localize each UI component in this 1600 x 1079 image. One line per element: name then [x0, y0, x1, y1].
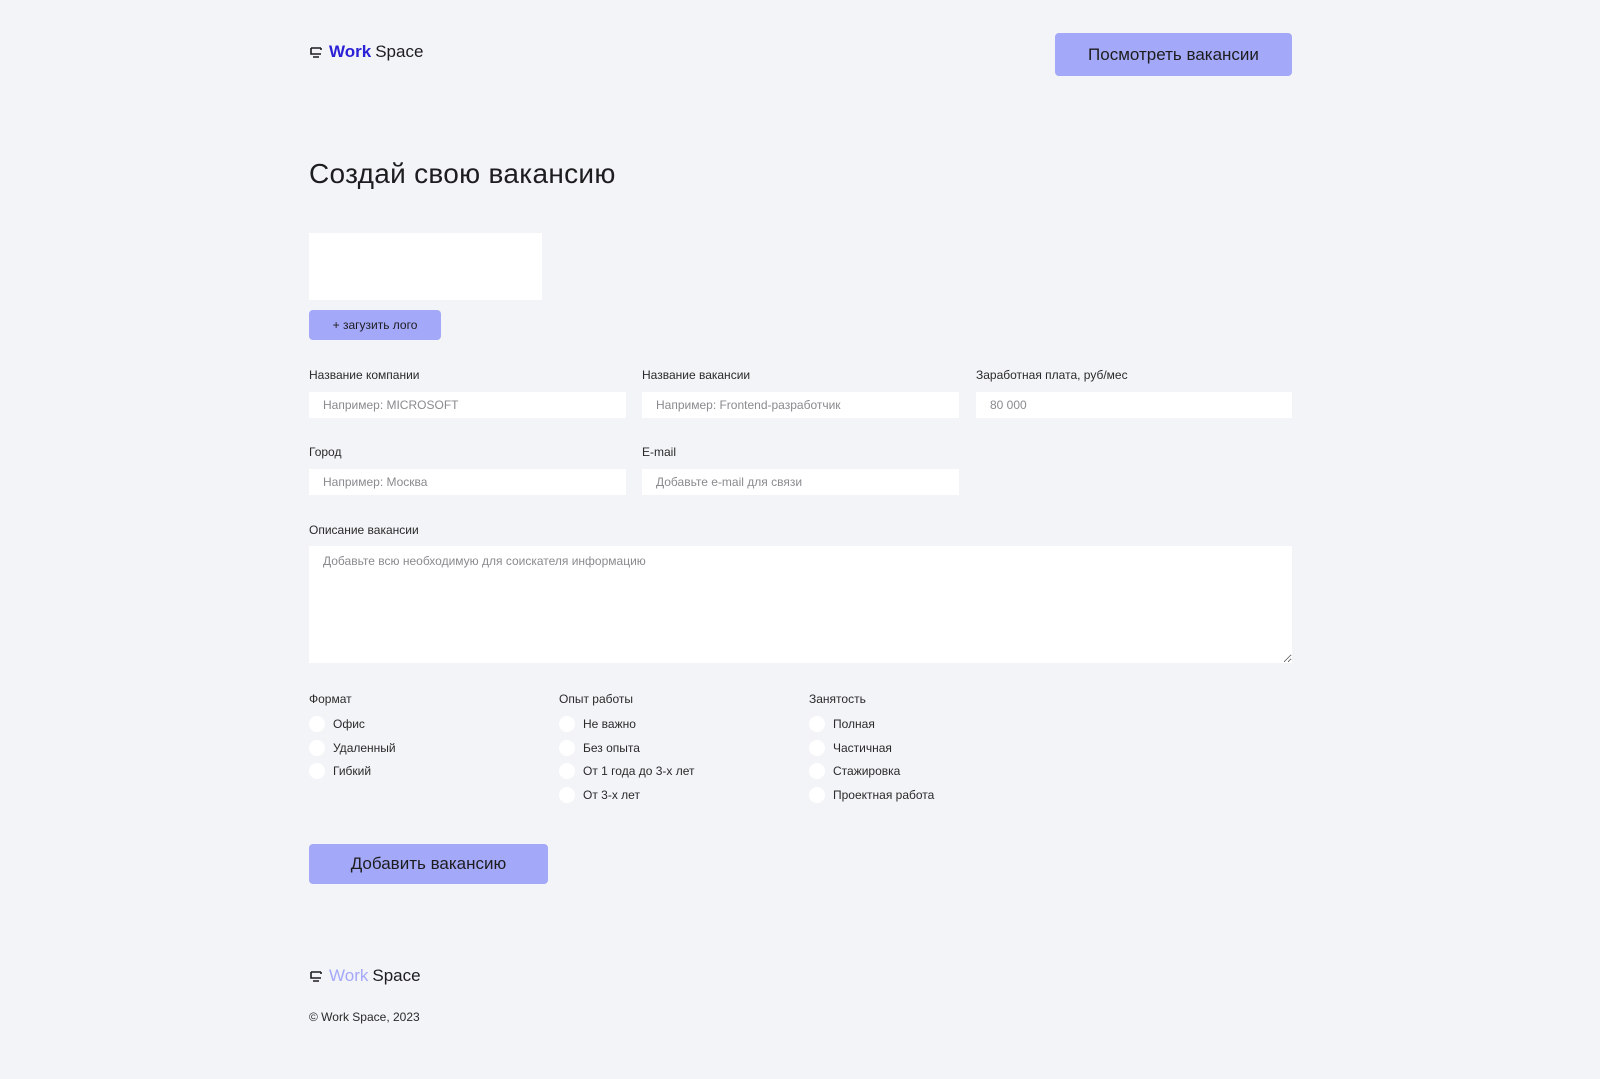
city-input[interactable]: [309, 469, 626, 495]
experience-option[interactable]: Без опыта: [559, 739, 640, 757]
employment-option-label: Проектная работа: [833, 788, 935, 802]
radio-button[interactable]: [809, 787, 825, 803]
company-label: Название компании: [309, 368, 420, 382]
logo-work-text: Work: [329, 966, 369, 985]
email-label: E-mail: [642, 445, 677, 459]
radio-button[interactable]: [559, 763, 575, 779]
format-option-label: Гибкий: [333, 764, 372, 778]
radio-button[interactable]: [559, 787, 575, 803]
view-jobs-button[interactable]: Посмотреть вакансии: [1055, 33, 1292, 76]
logo-space-text: Space: [372, 966, 421, 985]
radio-button[interactable]: [809, 763, 825, 779]
employment-option[interactable]: Частичная: [809, 739, 892, 757]
experience-option[interactable]: От 3-х лет: [559, 786, 640, 804]
radio-button[interactable]: [809, 740, 825, 756]
experience-option-label: Не важно: [583, 717, 636, 731]
format-option[interactable]: Офис: [309, 715, 365, 733]
radio-button[interactable]: [559, 716, 575, 732]
experience-group-title: Опыт работы: [559, 692, 634, 706]
radio-button[interactable]: [309, 740, 325, 756]
radio-button[interactable]: [309, 763, 325, 779]
add-vacancy-button[interactable]: Добавить вакансию: [309, 844, 548, 884]
logo-preview: [309, 233, 542, 300]
vacancy-label: Название вакансии: [642, 368, 751, 382]
employment-option[interactable]: Проектная работа: [809, 786, 934, 804]
footer-logo[interactable]: Work Space: [309, 966, 421, 986]
email-input[interactable]: [642, 469, 959, 495]
description-label: Описание вакансии: [309, 523, 419, 537]
employment-option-label: Полная: [833, 717, 875, 731]
radio-button[interactable]: [559, 740, 575, 756]
experience-option-label: От 3-х лет: [583, 788, 640, 802]
page-title: Создай свою вакансию: [309, 158, 616, 189]
experience-option-label: Без опыта: [583, 741, 640, 755]
salary-input[interactable]: [976, 392, 1292, 418]
experience-option[interactable]: Не важно: [559, 715, 636, 733]
company-input[interactable]: [309, 392, 626, 418]
radio-button[interactable]: [309, 716, 325, 732]
logo-space-text: Space: [375, 42, 424, 61]
logo-icon: [310, 971, 322, 982]
employment-option[interactable]: Стажировка: [809, 762, 900, 780]
logo-icon: [310, 47, 322, 58]
employment-option-label: Стажировка: [833, 764, 901, 778]
format-option[interactable]: Удаленный: [309, 739, 396, 757]
upload-logo-button[interactable]: + загузить лого: [309, 310, 441, 340]
city-label: Город: [309, 445, 342, 459]
experience-option-label: От 1 года до 3-х лет: [583, 764, 695, 778]
salary-label: Заработная плата, руб/мес: [976, 368, 1128, 382]
employment-option[interactable]: Полная: [809, 715, 875, 733]
description-textarea[interactable]: [309, 546, 1292, 663]
format-option[interactable]: Гибкий: [309, 762, 371, 780]
experience-option[interactable]: От 1 года до 3-х лет: [559, 762, 695, 780]
copyright-text: © Work Space, 2023: [309, 1010, 420, 1024]
employment-option-label: Частичная: [833, 741, 892, 755]
vacancy-input[interactable]: [642, 392, 959, 418]
radio-button[interactable]: [809, 716, 825, 732]
logo-work-text: Work: [329, 42, 372, 61]
format-option-label: Удаленный: [333, 741, 396, 755]
employment-group-title: Занятость: [809, 692, 866, 706]
header: Work Space Посмотреть вакансии: [309, 33, 1292, 76]
header-logo[interactable]: Work Space: [309, 42, 423, 62]
format-group-title: Формат: [309, 692, 352, 706]
format-option-label: Офис: [333, 717, 365, 731]
